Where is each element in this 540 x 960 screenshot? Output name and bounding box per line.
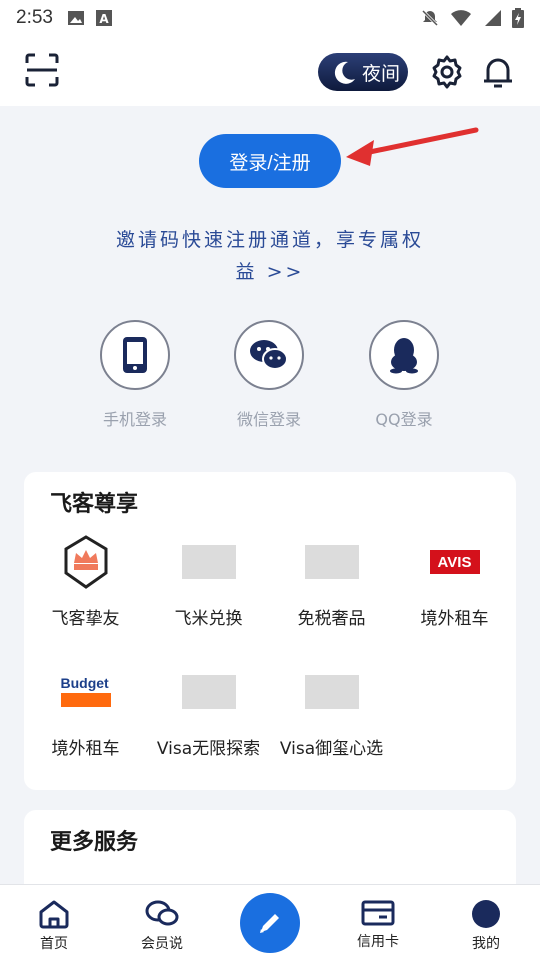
- wechat-login-label: 微信登录: [236, 410, 301, 429]
- compose-post-button[interactable]: [240, 893, 300, 953]
- service-label: 免税奢品: [297, 609, 366, 629]
- nav-label: 我的: [472, 936, 500, 952]
- image-placeholder-icon: [181, 675, 236, 709]
- service-label: 境外租车: [51, 739, 120, 759]
- service-budget-car-rental[interactable]: Budget 境外租车: [24, 668, 147, 759]
- moon-icon: [334, 61, 355, 84]
- notification-button[interactable]: [480, 54, 516, 90]
- home-icon: [39, 900, 69, 929]
- service-label: 飞米兑换: [174, 609, 243, 629]
- bottom-navigation: 首页 会员说 信用卡 我的: [0, 884, 540, 960]
- scan-button[interactable]: [24, 52, 60, 88]
- nav-home[interactable]: 首页: [14, 899, 94, 953]
- more-services-title: 更多服务: [50, 830, 139, 855]
- wechat-login[interactable]: 微信登录: [214, 320, 324, 430]
- phone-login-circle[interactable]: [100, 320, 170, 390]
- status-bar: 2:53 A: [0, 0, 540, 36]
- nav-mine[interactable]: 我的: [446, 899, 526, 953]
- gear-icon: [432, 55, 462, 89]
- service-feike-friend[interactable]: 飞客挚友: [24, 535, 147, 629]
- service-label: 境外租车: [420, 609, 489, 629]
- phone-login[interactable]: 手机登录: [80, 320, 190, 430]
- service-visa-infinite[interactable]: Visa无限探索: [147, 668, 270, 759]
- image-placeholder-icon: [304, 545, 359, 579]
- invite-code-link[interactable]: 邀请码快速注册通道，享专属权 益 >>: [60, 224, 480, 288]
- crown-badge-icon: [64, 535, 107, 589]
- service-avis-car-rental[interactable]: AVIS 境外租车: [393, 538, 516, 629]
- signal-icon: [485, 10, 501, 26]
- phone-login-label: 手机登录: [102, 410, 167, 429]
- service-label: Visa无限探索: [156, 739, 261, 759]
- service-label: Visa御玺心选: [279, 739, 384, 759]
- top-bar: 夜间: [0, 36, 540, 106]
- nav-member-talk[interactable]: 会员说: [122, 899, 202, 953]
- settings-button[interactable]: [429, 54, 465, 90]
- qq-login-circle[interactable]: [369, 320, 439, 390]
- wifi-icon: [451, 10, 471, 26]
- nav-label: 信用卡: [357, 934, 399, 950]
- font-notification-icon: A: [95, 10, 112, 26]
- wechat-icon: [250, 340, 288, 370]
- qq-penguin-icon: [390, 338, 418, 374]
- night-mode-label: 夜间: [362, 62, 401, 85]
- credit-card-icon: [361, 900, 395, 926]
- budget-logo: Budget: [60, 675, 111, 709]
- pencil-icon: [260, 914, 279, 933]
- bell-icon: [484, 58, 512, 88]
- image-placeholder-icon: [181, 545, 236, 579]
- avatar-icon: [472, 900, 500, 928]
- battery-icon: [512, 8, 524, 28]
- bell-off-icon: [421, 9, 439, 27]
- avis-logo: AVIS: [429, 550, 480, 574]
- service-label: 飞客挚友: [51, 609, 120, 629]
- night-mode-button[interactable]: 夜间: [318, 53, 408, 91]
- wechat-login-circle[interactable]: [234, 320, 304, 390]
- phone-icon: [123, 337, 147, 373]
- chat-bubbles-icon: [145, 900, 179, 926]
- qq-login-label: QQ登录: [375, 410, 433, 429]
- svg-text:A: A: [99, 12, 109, 26]
- service-feimi-exchange[interactable]: 飞米兑换: [147, 538, 270, 629]
- vip-section-title: 飞客尊享: [50, 492, 139, 517]
- invite-line-2: 益 >>: [235, 261, 305, 283]
- service-visa-signature[interactable]: Visa御玺心选: [270, 668, 393, 759]
- nav-credit-card[interactable]: 信用卡: [338, 899, 418, 951]
- red-arrow-annotation: [346, 127, 479, 166]
- invite-line-1: 邀请码快速注册通道，享专属权: [115, 229, 424, 251]
- status-time: 2:53: [16, 7, 53, 28]
- vip-services-card: 飞客尊享 飞客挚友 飞米兑换 免税奢品 AVIS 境外租车 Budget 境外租…: [24, 472, 516, 790]
- qq-login[interactable]: QQ登录: [349, 320, 459, 430]
- scan-icon: [25, 53, 59, 87]
- service-duty-free[interactable]: 免税奢品: [270, 538, 393, 629]
- image-placeholder-icon: [304, 675, 359, 709]
- login-register-button[interactable]: 登录/注册: [199, 134, 341, 188]
- nav-label: 首页: [40, 936, 68, 952]
- image-notification-icon: [67, 11, 84, 25]
- nav-label: 会员说: [141, 936, 183, 952]
